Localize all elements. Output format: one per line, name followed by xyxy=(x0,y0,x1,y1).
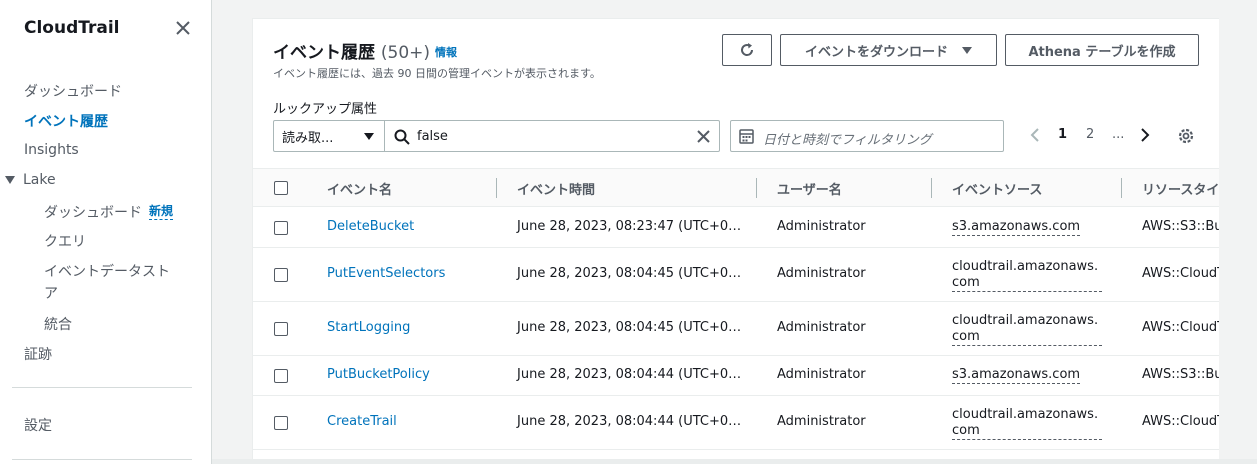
event-time: June 28, 2023, 08:04:44 (UTC+0… xyxy=(517,367,742,382)
refresh-button[interactable] xyxy=(722,34,772,66)
event-source[interactable]: cloudtrail.amazonaws.com xyxy=(952,259,1102,292)
row-checkbox[interactable] xyxy=(274,369,288,383)
sidebar-divider xyxy=(12,387,192,388)
event-history-panel: イベント履歴 (50+) 情報 イベント履歴には、過去 90 日間の管理イベント… xyxy=(252,18,1219,464)
sidebar-divider xyxy=(12,459,192,460)
sidebar-item-query[interactable]: クエリ xyxy=(44,231,86,251)
column-resizer[interactable] xyxy=(1121,178,1122,198)
sidebar-item-event-data-store[interactable]: イベントデータスト xyxy=(44,261,170,281)
calendar-icon xyxy=(739,129,754,144)
sidebar-item-integrations[interactable]: 統合 xyxy=(44,314,72,334)
page-1[interactable]: 1 xyxy=(1058,127,1067,142)
sidebar-item-trails[interactable]: 証跡 xyxy=(24,344,52,364)
event-source[interactable]: s3.amazonaws.com xyxy=(952,367,1081,384)
column-resource-type[interactable]: リソースタイプ xyxy=(1142,179,1219,198)
chevron-left-icon[interactable] xyxy=(1029,128,1041,142)
resource-type: AWS::CloudT xyxy=(1142,414,1219,429)
sidebar-item-insights[interactable]: Insights xyxy=(24,142,79,158)
user-name: Administrator xyxy=(777,219,866,234)
sidebar-item-event-data-store-cont[interactable]: ア xyxy=(44,283,58,303)
create-athena-table-label: Athena テーブルを作成 xyxy=(1028,44,1176,60)
chevron-right-icon[interactable] xyxy=(1139,128,1151,142)
close-icon[interactable] xyxy=(174,19,192,37)
event-name-link[interactable]: CreateTrail xyxy=(327,414,397,429)
column-event-source[interactable]: イベントソース xyxy=(952,179,1042,198)
event-count: (50+) xyxy=(380,43,431,63)
sidebar-item-lake-dashboard[interactable]: ダッシュボード xyxy=(44,202,142,222)
event-source[interactable]: cloudtrail.amazonaws.com xyxy=(952,407,1102,440)
info-link[interactable]: 情報 xyxy=(435,44,457,60)
sidebar: CloudTrail ダッシュボード イベント履歴 Insights Lake … xyxy=(0,0,212,464)
event-source[interactable]: s3.amazonaws.com xyxy=(952,219,1081,236)
sidebar-item-dashboard[interactable]: ダッシュボード xyxy=(24,81,122,101)
event-time: June 28, 2023, 08:04:44 (UTC+0… xyxy=(517,414,742,429)
sidebar-item-settings[interactable]: 設定 xyxy=(24,415,52,435)
resource-type: AWS::S3::Bu xyxy=(1142,367,1219,382)
table-row: PutBucketPolicy June 28, 2023, 08:04:44 … xyxy=(253,356,1219,396)
column-resizer[interactable] xyxy=(496,178,497,198)
create-athena-table-button[interactable]: Athena テーブルを作成 xyxy=(1005,34,1199,66)
row-checkbox[interactable] xyxy=(274,268,288,282)
bottom-divider xyxy=(212,459,1257,464)
caret-down-icon[interactable] xyxy=(5,176,15,184)
row-checkbox[interactable] xyxy=(274,221,288,235)
clear-icon[interactable] xyxy=(696,129,711,144)
lookup-attribute-label: ルックアップ属性 xyxy=(273,102,378,117)
user-name: Administrator xyxy=(777,266,866,281)
user-name: Administrator xyxy=(777,414,866,429)
column-resizer[interactable] xyxy=(931,178,932,198)
event-source[interactable]: cloudtrail.amazonaws.com xyxy=(952,313,1102,346)
search-icon xyxy=(394,129,410,145)
table-header: イベント名 イベント時間 ユーザー名 イベントソース リソースタイプ xyxy=(253,168,1219,207)
page-title-text: イベント履歴 xyxy=(273,43,375,63)
caret-down-icon xyxy=(962,46,972,54)
resource-type: AWS::CloudT xyxy=(1142,320,1219,335)
download-events-label: イベントをダウンロード xyxy=(804,44,948,60)
column-event-name[interactable]: イベント名 xyxy=(327,179,392,198)
download-events-button[interactable]: イベントをダウンロード xyxy=(780,34,997,66)
column-resizer[interactable] xyxy=(756,178,757,198)
event-time: June 28, 2023, 08:23:47 (UTC+0… xyxy=(517,219,742,234)
date-filter-input[interactable]: 日付と時刻でフィルタリング xyxy=(730,120,1004,152)
table-row: CreateTrail June 28, 2023, 08:04:44 (UTC… xyxy=(253,396,1219,450)
page-ellipsis: ... xyxy=(1112,127,1125,142)
date-filter-placeholder: 日付と時刻でフィルタリング xyxy=(763,133,932,148)
event-name-link[interactable]: StartLogging xyxy=(327,320,410,335)
search-input[interactable]: false xyxy=(384,120,720,152)
row-checkbox[interactable] xyxy=(274,322,288,336)
event-name-link[interactable]: DeleteBucket xyxy=(327,219,414,234)
table-row: StartLogging June 28, 2023, 08:04:45 (UT… xyxy=(253,302,1219,356)
sidebar-item-lake[interactable]: Lake xyxy=(23,172,56,188)
event-time: June 28, 2023, 08:04:45 (UTC+0… xyxy=(517,266,742,281)
user-name: Administrator xyxy=(777,367,866,382)
gear-icon[interactable] xyxy=(1177,127,1195,145)
search-value: false xyxy=(417,129,448,144)
select-all-checkbox[interactable] xyxy=(274,181,288,195)
event-time: June 28, 2023, 08:04:45 (UTC+0… xyxy=(517,320,742,335)
page-description: イベント履歴には、過去 90 日間の管理イベントが表示されます。 xyxy=(273,67,601,80)
resource-type: AWS::CloudT xyxy=(1142,266,1219,281)
sidebar-item-event-history[interactable]: イベント履歴 xyxy=(24,111,108,131)
column-event-time[interactable]: イベント時間 xyxy=(517,179,595,198)
caret-down-icon xyxy=(364,133,374,140)
lookup-attribute-select[interactable]: 読み取... xyxy=(273,120,385,152)
table-row: PutEventSelectors June 28, 2023, 08:04:4… xyxy=(253,248,1219,302)
user-name: Administrator xyxy=(777,320,866,335)
event-name-link[interactable]: PutBucketPolicy xyxy=(327,367,430,382)
resource-type: AWS::S3::Bu xyxy=(1142,219,1219,234)
column-user-name[interactable]: ユーザー名 xyxy=(777,179,842,198)
sidebar-title: CloudTrail xyxy=(24,18,120,38)
refresh-icon xyxy=(741,43,754,56)
new-badge: 新規 xyxy=(149,204,174,220)
page-title: イベント履歴 (50+) xyxy=(273,38,430,63)
table-row: DeleteBucket June 28, 2023, 08:23:47 (UT… xyxy=(253,207,1219,248)
page-2[interactable]: 2 xyxy=(1086,127,1094,142)
lookup-attribute-value: 読み取... xyxy=(282,130,334,146)
event-name-link[interactable]: PutEventSelectors xyxy=(327,266,445,281)
row-checkbox[interactable] xyxy=(274,416,288,430)
